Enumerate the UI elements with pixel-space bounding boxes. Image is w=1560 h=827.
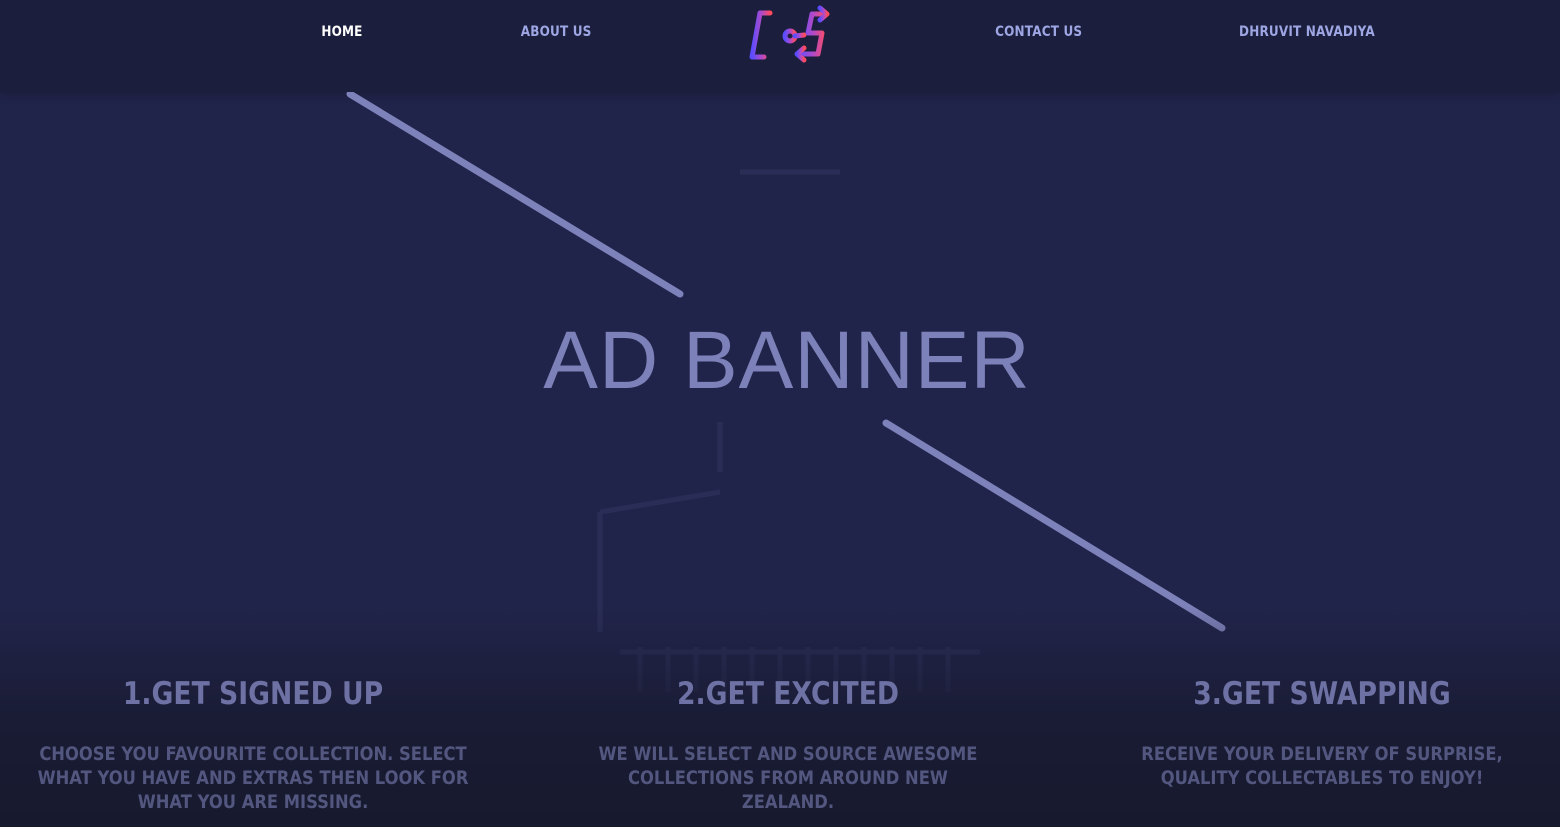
top-navigation: HOME ABOUT US CONTACT US DHRUVIT NAVADIY…	[0, 0, 1560, 92]
diagonal-line-lower	[882, 419, 1226, 632]
nav-link-about-us[interactable]: ABOUT US	[521, 24, 592, 46]
step-3: 3.GET SWAPPING RECEIVE YOUR DELIVERY OF …	[1072, 676, 1560, 790]
collection-swap-logo-icon[interactable]	[748, 5, 838, 67]
diagonal-line-upper	[346, 92, 684, 298]
step-title: 1.GET SIGNED UP	[122, 676, 384, 712]
ad-banner-text: AD BANNER	[543, 315, 1031, 406]
step-description: RECEIVE YOUR DELIVERY OF SURPRISE, QUALI…	[1141, 743, 1503, 789]
step-title: 2.GET EXCITED	[676, 676, 900, 712]
step-2: 2.GET EXCITED WE WILL SELECT AND SOURCE …	[560, 676, 1016, 814]
step-description: WE WILL SELECT AND SOURCE AWESOME COLLEC…	[598, 743, 978, 813]
nav-link-home[interactable]: HOME	[321, 24, 362, 46]
step-1: 1.GET SIGNED UP CHOOSE YOU FAVOURITE COL…	[0, 676, 506, 814]
step-description: CHOOSE YOU FAVOURITE COLLECTION. SELECT …	[37, 743, 469, 813]
nav-link-contact-us[interactable]: CONTACT US	[995, 24, 1082, 46]
nav-link-profile[interactable]: DHRUVIT NAVADIYA	[1239, 24, 1375, 46]
page: HOME ABOUT US CONTACT US DHRUVIT NAVADIY…	[0, 0, 1560, 827]
step-title: 3.GET SWAPPING	[1193, 676, 1451, 712]
